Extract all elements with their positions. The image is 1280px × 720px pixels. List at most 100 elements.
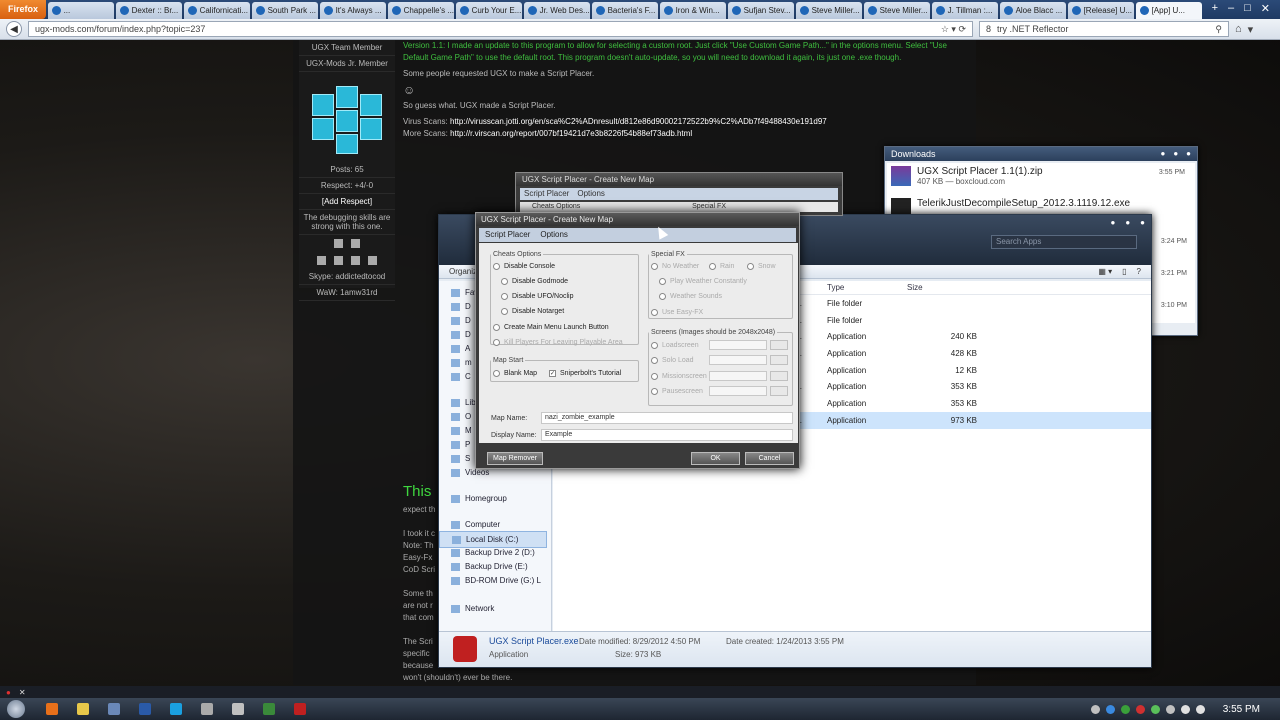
browser-tab[interactable]: Steve Miller...: [795, 2, 862, 19]
clock[interactable]: 3:55 PM: [1223, 704, 1260, 715]
blank-map-option[interactable]: Blank Map: [493, 370, 537, 377]
taskbar-app[interactable]: [257, 700, 281, 718]
disable-godmode-option[interactable]: Disable Godmode: [501, 278, 568, 285]
browser-tab[interactable]: Iron & Win...: [659, 2, 726, 19]
back-button[interactable]: ◀: [6, 21, 22, 37]
solo-load-path[interactable]: [709, 355, 767, 365]
main-menu-button-option[interactable]: Create Main Menu Launch Button: [493, 324, 609, 331]
bookmarks-icon[interactable]: ▾: [1248, 23, 1254, 36]
preview-pane-icon[interactable]: ▯: [1122, 267, 1126, 276]
no-weather-option[interactable]: No Weather: [651, 263, 699, 270]
close-icon[interactable]: ●: [1140, 218, 1145, 227]
tray-icon[interactable]: [1135, 704, 1145, 714]
nav-item[interactable]: Backup Drive (E:): [439, 559, 547, 574]
taskbar-app[interactable]: [40, 700, 64, 718]
message-icon[interactable]: [351, 239, 360, 248]
browse-button[interactable]: [770, 371, 788, 381]
kill-players-option[interactable]: Kill Players For Leaving Playable Area: [493, 339, 623, 346]
taskbar-app[interactable]: [164, 700, 188, 718]
pausescreen-path[interactable]: [709, 386, 767, 396]
browser-tab[interactable]: Dexter :: Br...: [115, 2, 182, 19]
taskbar-app[interactable]: [288, 700, 312, 718]
browser-tab[interactable]: Sufjan Stev...: [727, 2, 794, 19]
ok-button[interactable]: OK: [691, 452, 740, 465]
mail-icon[interactable]: [351, 256, 360, 265]
nav-item[interactable]: Backup Drive 2 (D:): [439, 545, 547, 560]
close-icon[interactable]: ✕: [1261, 2, 1270, 15]
minimize-icon[interactable]: ●: [1110, 218, 1115, 227]
missionscreen-path[interactable]: [709, 371, 767, 381]
volume-icon[interactable]: [1195, 704, 1205, 714]
cancel-button[interactable]: Cancel: [745, 452, 794, 465]
browse-button[interactable]: [770, 386, 788, 396]
virus-scan-link[interactable]: http://virusscan.jotti.org/en/sca%C2%ADn…: [450, 117, 827, 126]
snow-option[interactable]: Snow: [747, 263, 776, 270]
nav-item[interactable]: BD-ROM Drive (G:) L: [439, 573, 547, 588]
reload-icon[interactable]: ☆ ▾ ⟳: [941, 24, 966, 34]
rain-option[interactable]: Rain: [709, 263, 734, 270]
new-tab-icon[interactable]: +: [1212, 2, 1218, 15]
taskbar-app[interactable]: [195, 700, 219, 718]
start-button[interactable]: [7, 700, 25, 718]
display-name-input[interactable]: Example: [541, 429, 793, 441]
taskbar-app[interactable]: [71, 700, 95, 718]
taskbar-app[interactable]: [102, 700, 126, 718]
tutorial-option[interactable]: ✓ Sniperbolt's Tutorial: [549, 370, 621, 377]
browser-tab[interactable]: J. Tillman :...: [931, 2, 998, 19]
more-scans-link[interactable]: http://r.virscan.org/report/007bf19421d7…: [450, 129, 692, 138]
network-icon[interactable]: [1180, 704, 1190, 714]
profile-icon[interactable]: [334, 239, 343, 248]
maximize-icon[interactable]: □: [1244, 2, 1251, 15]
menu-script-placer[interactable]: Script Placer: [485, 230, 530, 240]
loadscreen-option[interactable]: Loadscreen: [651, 342, 699, 349]
browser-tab[interactable]: Chappelle's ...: [387, 2, 454, 19]
missionscreen-option[interactable]: Missionscreen: [651, 373, 707, 380]
explorer-search[interactable]: Search Apps: [991, 235, 1137, 249]
view-icon[interactable]: ▦ ▾: [1098, 267, 1112, 276]
close-icon[interactable]: ●: [1186, 149, 1191, 159]
flag-icon[interactable]: [1165, 704, 1175, 714]
globe-icon[interactable]: [334, 256, 343, 265]
browser-tab[interactable]: ...: [47, 2, 114, 19]
browser-tab[interactable]: Jr. Web Des...: [523, 2, 590, 19]
easy-fx-option[interactable]: Use Easy-FX: [651, 309, 703, 316]
disable-console-option[interactable]: Disable Console: [493, 263, 555, 270]
map-name-input[interactable]: nazi_zombie_example: [541, 412, 793, 424]
download-item[interactable]: UGX Script Placer 1.1(1).zip 407 KB — bo…: [887, 163, 1195, 195]
browser-tab[interactable]: Californicati...: [183, 2, 250, 19]
search-bar[interactable]: 8 try .NET Reflector ⚲: [979, 21, 1229, 37]
tray-icon[interactable]: [1120, 704, 1130, 714]
menu-options[interactable]: Options: [540, 230, 568, 240]
addon-icon[interactable]: ●: [6, 688, 11, 697]
browser-tab[interactable]: Bacteria's F...: [591, 2, 658, 19]
chat-icon[interactable]: [368, 256, 377, 265]
browser-tab[interactable]: It's Always ...: [319, 2, 386, 19]
menu-options[interactable]: Options: [577, 189, 605, 199]
search-icon[interactable]: ⚲: [1215, 24, 1222, 34]
browser-tab[interactable]: Steve Miller...: [863, 2, 930, 19]
disable-ufo-option[interactable]: Disable UFO/Noclip: [501, 293, 573, 300]
organize-menu[interactable]: Organiz: [449, 267, 477, 276]
size-column[interactable]: Size: [887, 283, 987, 294]
pausescreen-option[interactable]: Pausescreen: [651, 388, 703, 395]
menu-script-placer[interactable]: Script Placer: [524, 189, 569, 199]
help-icon[interactable]: ?: [1137, 267, 1141, 276]
home-icon[interactable]: ⌂: [1235, 23, 1242, 35]
tray-icon[interactable]: [1105, 704, 1115, 714]
maximize-icon[interactable]: ●: [1173, 149, 1178, 159]
weather-sounds-option[interactable]: Weather Sounds: [659, 293, 722, 300]
map-remover-button[interactable]: Map Remover: [487, 452, 543, 465]
maximize-icon[interactable]: ●: [1125, 218, 1130, 227]
nav-item[interactable]: Computer: [439, 517, 547, 532]
url-bar[interactable]: ugx-mods.com/forum/index.php?topic=237 ☆…: [28, 21, 973, 37]
browse-button[interactable]: [770, 340, 788, 350]
type-column[interactable]: Type: [807, 283, 887, 294]
browser-tab[interactable]: [App] U...: [1135, 2, 1202, 19]
browse-button[interactable]: [770, 355, 788, 365]
minimize-icon[interactable]: ●: [1160, 149, 1165, 159]
play-weather-option[interactable]: Play Weather Constantly: [659, 278, 747, 285]
firefox-menu-button[interactable]: Firefox: [0, 0, 46, 19]
close-icon[interactable]: ✕: [19, 688, 26, 697]
browser-tab[interactable]: Curb Your E...: [455, 2, 522, 19]
loadscreen-path[interactable]: [709, 340, 767, 350]
